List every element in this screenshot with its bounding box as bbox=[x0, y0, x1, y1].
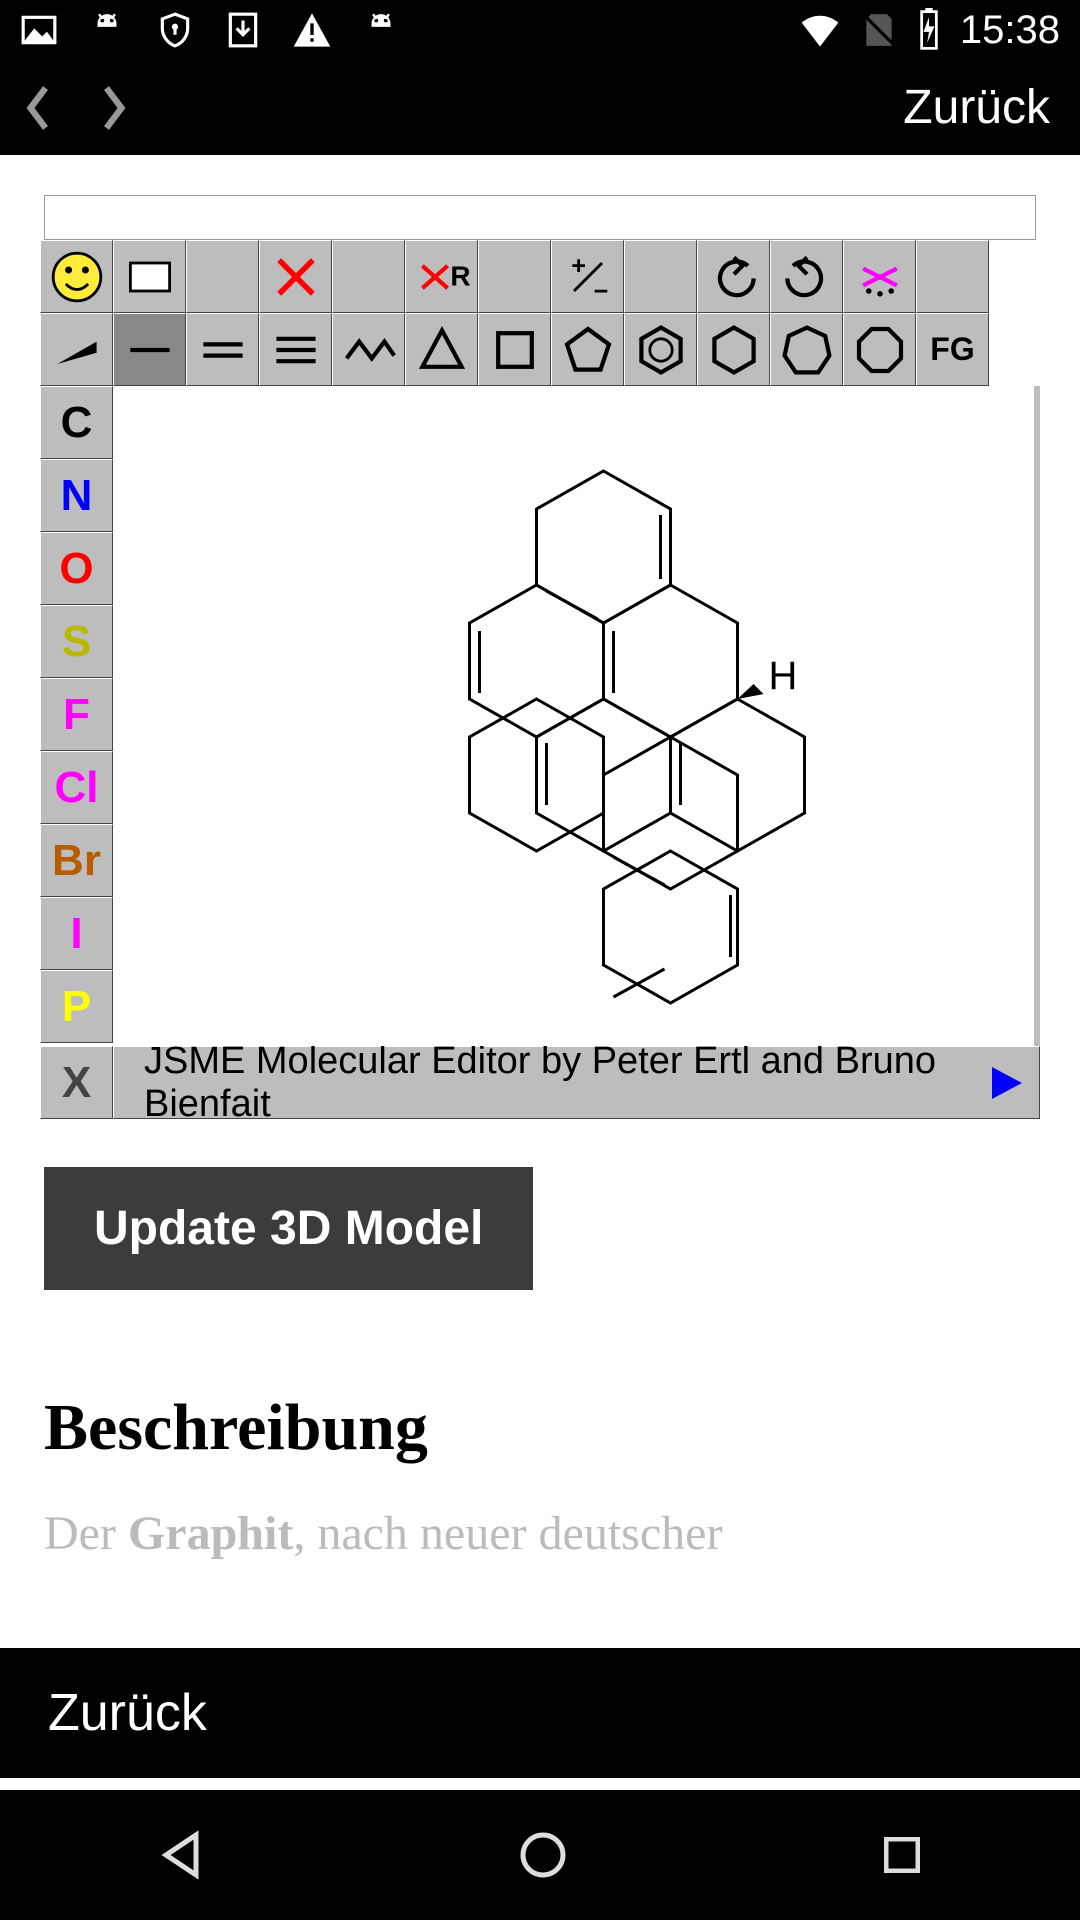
ring6-icon[interactable] bbox=[697, 313, 770, 386]
molecule-editor: R +− FG CNOSFClBrIP bbox=[40, 240, 1040, 1119]
svg-text:+: + bbox=[571, 252, 586, 280]
credit-text: JSME Molecular Editor by Peter Ertl and … bbox=[144, 1040, 984, 1126]
blank3-icon[interactable] bbox=[478, 240, 551, 313]
blank2-icon[interactable] bbox=[332, 240, 405, 313]
element-column: CNOSFClBrIP bbox=[40, 386, 113, 1046]
shield-icon bbox=[156, 11, 194, 49]
chain-icon[interactable] bbox=[332, 313, 405, 386]
battery-charging-icon bbox=[916, 8, 942, 52]
app-top-bar: Zurück bbox=[0, 60, 1080, 155]
desc-suffix: , nach neuer deutscher bbox=[293, 1507, 722, 1560]
toolbar-row-2: FG bbox=[40, 313, 1040, 386]
ring4-icon[interactable] bbox=[478, 313, 551, 386]
warning-icon bbox=[292, 10, 332, 50]
element-br-button[interactable]: Br bbox=[40, 824, 113, 897]
delete-r-icon[interactable]: R bbox=[405, 240, 478, 313]
h-atom-label: H bbox=[769, 654, 798, 698]
ring5-icon[interactable] bbox=[551, 313, 624, 386]
desc-prefix: Der bbox=[44, 1507, 128, 1560]
element-s-button[interactable]: S bbox=[40, 605, 113, 678]
element-o-button[interactable]: O bbox=[40, 532, 113, 605]
star-icon[interactable] bbox=[843, 240, 916, 313]
ring3-icon[interactable] bbox=[405, 313, 478, 386]
play-icon[interactable] bbox=[984, 1063, 1029, 1103]
editor-credit: JSME Molecular Editor by Peter Ertl and … bbox=[113, 1046, 1040, 1119]
description-text: Der Graphit, nach neuer deutscher bbox=[44, 1506, 1080, 1561]
nav-prev-icon[interactable] bbox=[20, 83, 56, 133]
blank4-icon[interactable] bbox=[624, 240, 697, 313]
element-c-button[interactable]: C bbox=[40, 386, 113, 459]
wifi-icon bbox=[798, 8, 842, 52]
clock-time: 15:38 bbox=[960, 8, 1060, 53]
delete-icon[interactable] bbox=[259, 240, 332, 313]
undo-icon[interactable] bbox=[697, 240, 770, 313]
description-heading: Beschreibung bbox=[44, 1390, 1080, 1466]
benzene-icon[interactable] bbox=[624, 313, 697, 386]
android2-icon bbox=[362, 11, 400, 49]
wedge-icon[interactable] bbox=[40, 313, 113, 386]
update-3d-button[interactable]: Update 3D Model bbox=[44, 1167, 533, 1290]
svg-text:R: R bbox=[450, 260, 470, 291]
triple-bond-icon[interactable] bbox=[259, 313, 332, 386]
toolbar-row-1: R +− bbox=[40, 240, 1040, 313]
zuruck-link[interactable]: Zurück bbox=[903, 80, 1050, 135]
ring8-icon[interactable] bbox=[843, 313, 916, 386]
android-home-icon[interactable] bbox=[513, 1825, 573, 1885]
x-element-button[interactable]: X bbox=[40, 1046, 113, 1119]
svg-text:−: − bbox=[593, 277, 608, 305]
fg-icon[interactable]: FG bbox=[916, 313, 989, 386]
desc-bold: Graphit bbox=[128, 1507, 293, 1560]
element-cl-button[interactable]: Cl bbox=[40, 751, 113, 824]
charge-icon[interactable]: +− bbox=[551, 240, 624, 313]
molecule-canvas[interactable]: H bbox=[113, 386, 1040, 1046]
element-n-button[interactable]: N bbox=[40, 459, 113, 532]
blank5-icon[interactable] bbox=[916, 240, 989, 313]
ring7-icon[interactable] bbox=[770, 313, 843, 386]
no-sim-icon bbox=[860, 11, 898, 49]
android-recent-icon[interactable] bbox=[875, 1828, 929, 1882]
single-bond-icon[interactable] bbox=[113, 313, 186, 386]
bottom-back-label: Zurück bbox=[48, 1683, 207, 1743]
text-display-bar[interactable] bbox=[44, 195, 1036, 240]
smiley-icon[interactable] bbox=[40, 240, 113, 313]
gallery-icon bbox=[20, 11, 58, 49]
android-back-icon[interactable] bbox=[151, 1825, 211, 1885]
status-bar: 15:38 bbox=[0, 0, 1080, 60]
android-icon bbox=[88, 11, 126, 49]
element-f-button[interactable]: F bbox=[40, 678, 113, 751]
element-p-button[interactable]: P bbox=[40, 970, 113, 1043]
nav-next-icon[interactable] bbox=[96, 83, 132, 133]
double-bond-icon[interactable] bbox=[186, 313, 259, 386]
element-i-button[interactable]: I bbox=[40, 897, 113, 970]
new-page-icon[interactable] bbox=[113, 240, 186, 313]
blank1-icon[interactable] bbox=[186, 240, 259, 313]
download-icon bbox=[224, 11, 262, 49]
redo-icon[interactable] bbox=[770, 240, 843, 313]
bottom-back-bar[interactable]: Zurück bbox=[0, 1648, 1080, 1778]
system-nav-bar bbox=[0, 1790, 1080, 1920]
